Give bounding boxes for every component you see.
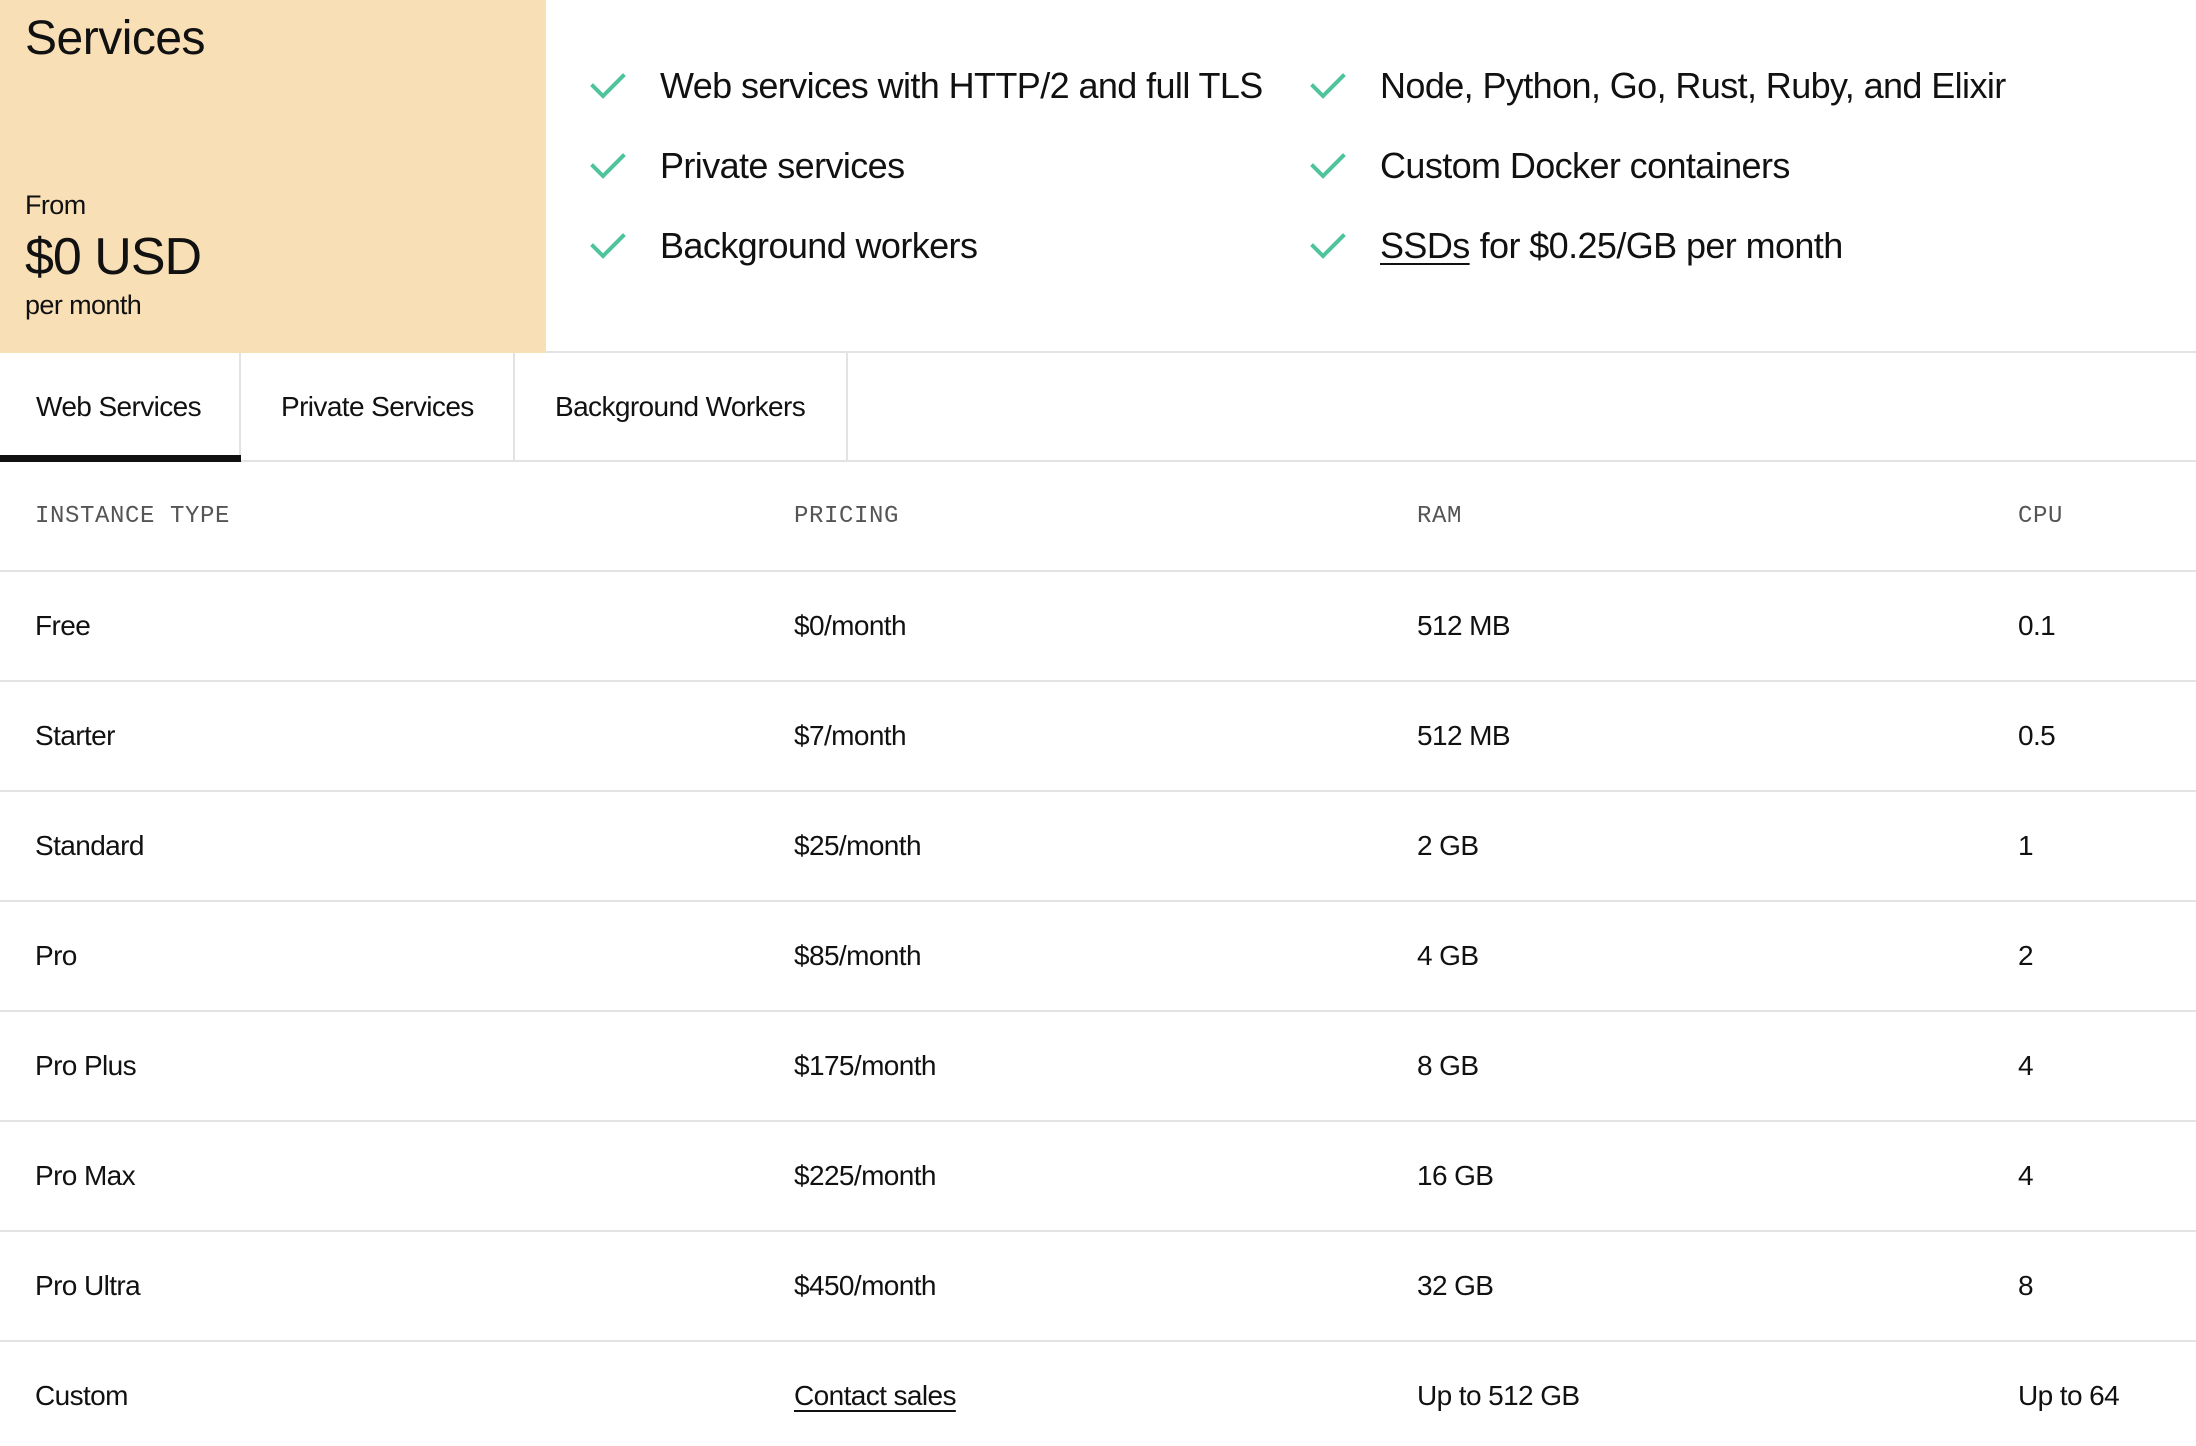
cpu: 0.1 <box>2018 610 2056 641</box>
checkmark-icon <box>590 73 626 99</box>
pricing: $0/month <box>794 610 907 641</box>
from-label: From <box>25 190 86 220</box>
table-row: Standard $25/month 2 GB 1 <box>0 792 2196 902</box>
starting-price: $0 USD <box>25 228 202 286</box>
instance-type: Free <box>35 610 91 641</box>
instance-type: Pro <box>35 940 77 971</box>
pricing: $175/month <box>794 1050 936 1081</box>
table-row: Pro $85/month 4 GB 2 <box>0 902 2196 1012</box>
instance-type: Pro Plus <box>35 1050 137 1081</box>
feature-item: Web services with HTTP/2 and full TLS <box>590 61 1263 111</box>
feature-text: Private services <box>660 145 905 186</box>
table-row: Custom Contact sales Up to 512 GB Up to … <box>0 1342 2196 1446</box>
table-row: Pro Ultra $450/month 32 GB 8 <box>0 1232 2196 1342</box>
feature-item: Private services <box>590 141 905 191</box>
feature-text: SSDs for $0.25/GB per month <box>1380 221 1843 271</box>
feature-item: Background workers <box>590 221 978 271</box>
feature-text: Custom Docker containers <box>1380 145 1790 186</box>
table-header-row: INSTANCE TYPE PRICING RAM CPU <box>0 462 2196 572</box>
cpu: 4 <box>2018 1160 2034 1191</box>
checkmark-icon <box>590 153 626 179</box>
feature-list: Web services with HTTP/2 and full TLS Pr… <box>590 0 2150 353</box>
price-period: per month <box>25 290 142 320</box>
service-type-tabs: Web Services Private Services Background… <box>0 353 2196 462</box>
cpu: Up to 64 <box>2018 1380 2120 1411</box>
instance-type: Pro Ultra <box>35 1270 141 1301</box>
cpu: 2 <box>2018 940 2034 971</box>
header-ram: RAM <box>1417 502 1463 530</box>
ram: 2 GB <box>1417 830 1479 861</box>
services-plan-section: Services From $0 USD per month Web servi… <box>0 0 2196 353</box>
feature-text: Web services with HTTP/2 and full TLS <box>660 65 1263 106</box>
tab-private-services[interactable]: Private Services <box>241 353 515 460</box>
feature-text: Background workers <box>660 225 978 266</box>
cpu: 8 <box>2018 1270 2034 1301</box>
table-row: Pro Plus $175/month 8 GB 4 <box>0 1012 2196 1122</box>
instance-type: Standard <box>35 830 144 861</box>
ssds-link[interactable]: SSDs <box>1380 225 1470 266</box>
cpu: 0.5 <box>2018 720 2056 751</box>
pricing: $7/month <box>794 720 907 751</box>
ram: 8 GB <box>1417 1050 1479 1081</box>
feature-item: SSDs for $0.25/GB per month <box>1310 221 1843 271</box>
ram: 16 GB <box>1417 1160 1494 1191</box>
pricing: Contact sales <box>794 1342 956 1446</box>
pricing: $25/month <box>794 830 922 861</box>
instance-type: Starter <box>35 720 115 751</box>
contact-sales-link[interactable]: Contact sales <box>794 1380 956 1412</box>
plan-title: Services <box>25 12 206 65</box>
pricing: $450/month <box>794 1270 936 1301</box>
checkmark-icon <box>590 233 626 259</box>
feature-item: Custom Docker containers <box>1310 141 1790 191</box>
ram: Up to 512 GB <box>1417 1380 1580 1411</box>
checkmark-icon <box>1310 153 1346 179</box>
cpu: 1 <box>2018 830 2034 861</box>
checkmark-icon <box>1310 233 1346 259</box>
ram: 32 GB <box>1417 1270 1494 1301</box>
ram: 4 GB <box>1417 940 1479 971</box>
checkmark-icon <box>1310 73 1346 99</box>
feature-item: Node, Python, Go, Rust, Ruby, and Elixir <box>1310 61 2006 111</box>
instance-type: Pro Max <box>35 1160 136 1191</box>
tab-background-workers[interactable]: Background Workers <box>515 353 848 460</box>
header-pricing: PRICING <box>794 502 900 530</box>
header-cpu: CPU <box>2018 502 2064 530</box>
table-row: Free $0/month 512 MB 0.1 <box>0 572 2196 682</box>
instance-pricing-table: INSTANCE TYPE PRICING RAM CPU Free $0/mo… <box>0 462 2196 1446</box>
pricing: $85/month <box>794 940 922 971</box>
header-instance-type: INSTANCE TYPE <box>35 502 231 530</box>
tab-web-services[interactable]: Web Services <box>0 353 241 462</box>
feature-text: Node, Python, Go, Rust, Ruby, and Elixir <box>1380 65 2006 106</box>
table-row: Pro Max $225/month 16 GB 4 <box>0 1122 2196 1232</box>
ssd-pricing-text: for $0.25/GB per month <box>1479 225 1844 266</box>
instance-type: Custom <box>35 1380 128 1411</box>
table-row: Starter $7/month 512 MB 0.5 <box>0 682 2196 792</box>
pricing: $225/month <box>794 1160 936 1191</box>
ram: 512 MB <box>1417 610 1511 641</box>
ram: 512 MB <box>1417 720 1511 751</box>
cpu: 4 <box>2018 1050 2034 1081</box>
price-panel: Services From $0 USD per month <box>0 0 546 353</box>
